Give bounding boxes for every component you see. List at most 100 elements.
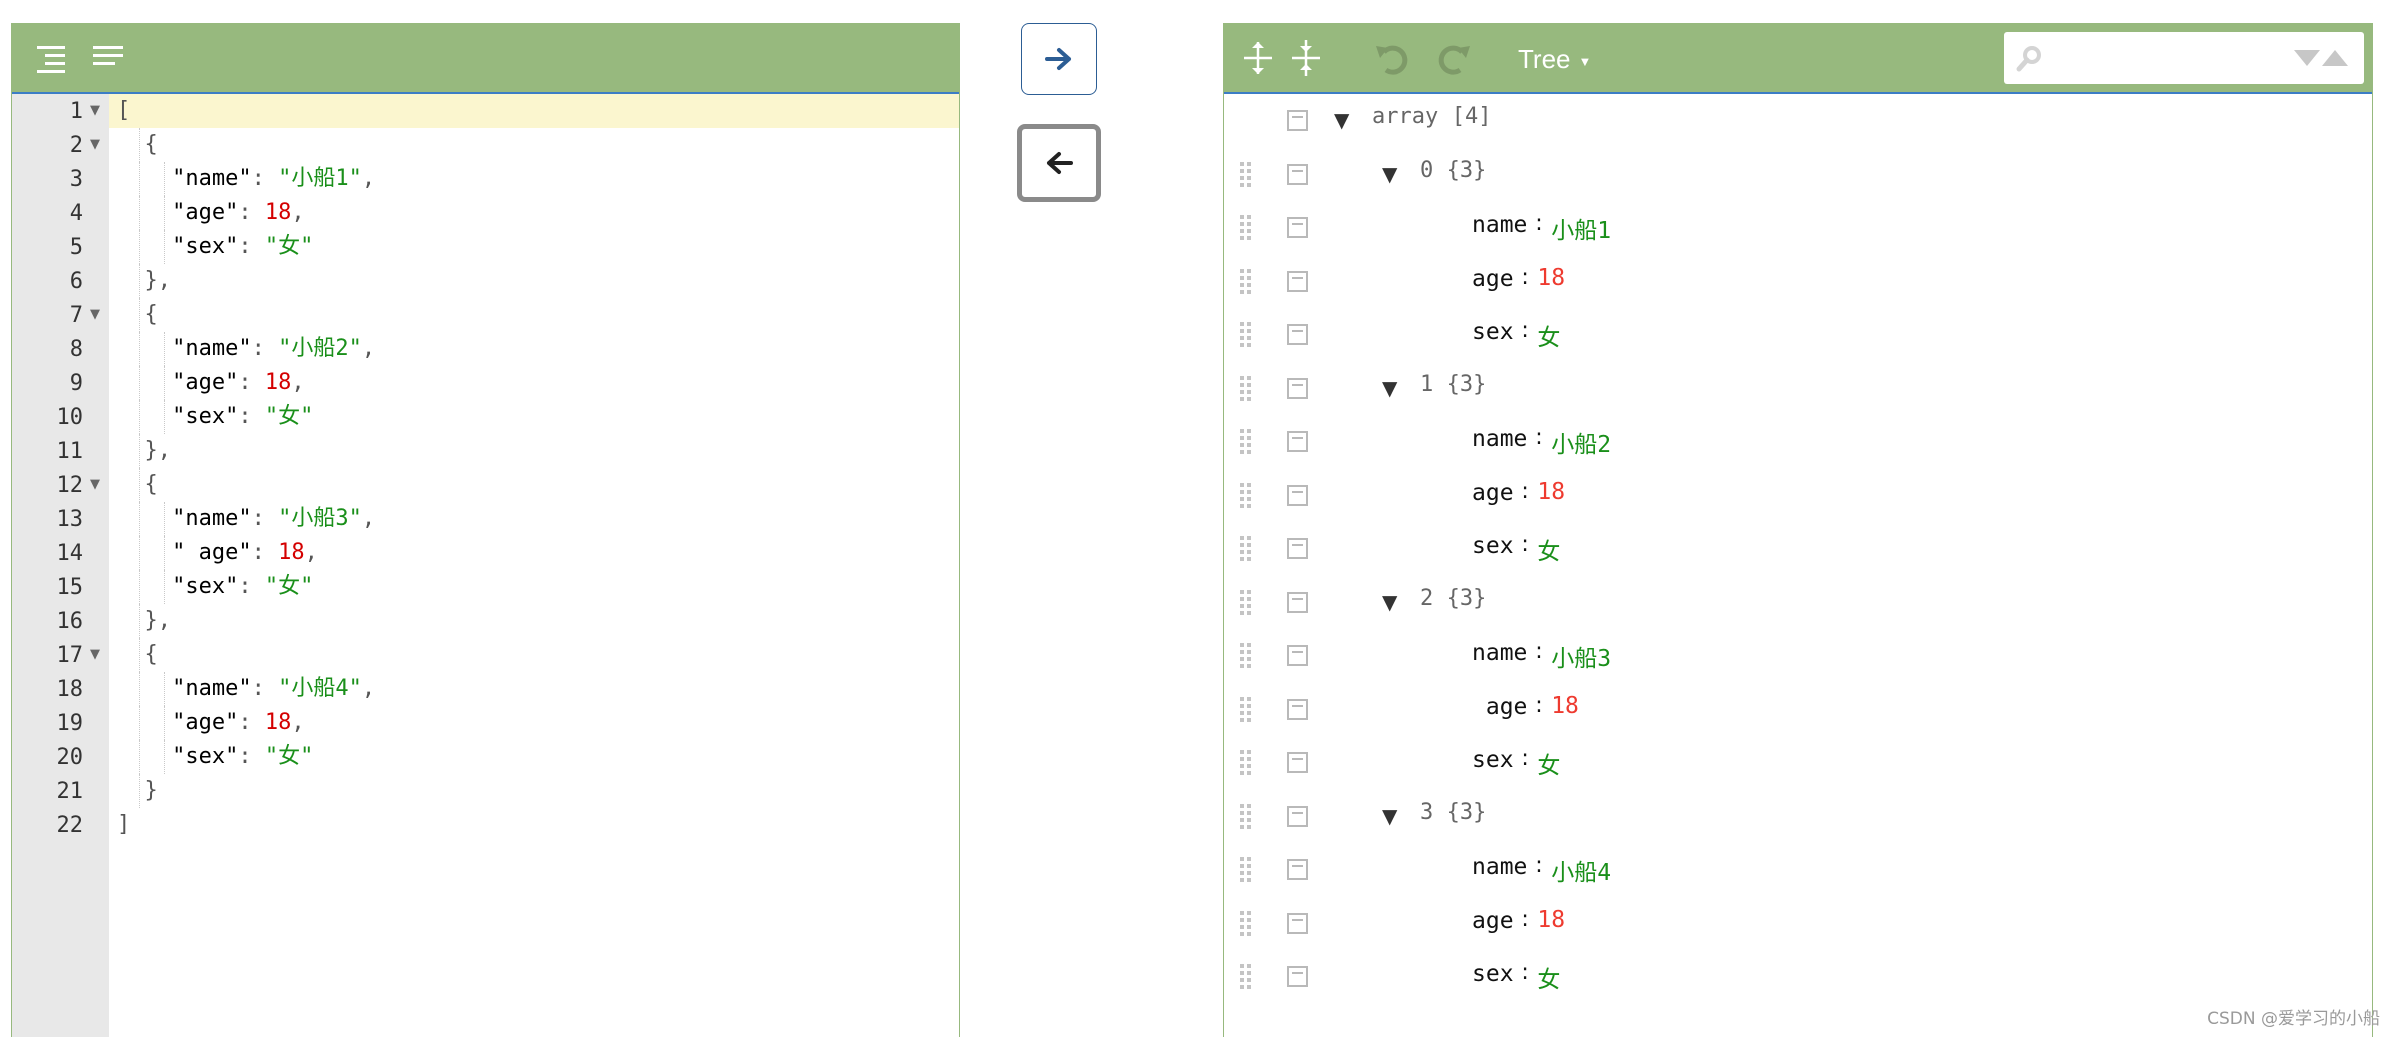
field-value-number[interactable]: 18 <box>1537 907 1565 933</box>
json-punctuation: : <box>238 744 265 769</box>
field-key[interactable]: sex <box>1472 533 1514 559</box>
context-menu-icon[interactable] <box>1287 377 1308 399</box>
line-number: 19 <box>56 711 84 736</box>
context-menu-icon[interactable] <box>1287 484 1308 506</box>
field-value-string[interactable]: 小船3 <box>1551 639 1611 673</box>
context-menu-icon[interactable] <box>1287 324 1308 345</box>
drag-handle-icon[interactable] <box>1240 964 1252 990</box>
drag-handle-icon[interactable] <box>1240 161 1252 188</box>
field-key[interactable]: sex <box>1472 319 1514 345</box>
field-key[interactable]: sex <box>1472 961 1514 987</box>
watermark: CSDN @爱学习的小船 <box>2207 1009 2380 1029</box>
json-punctuation: : <box>238 234 265 259</box>
format-icon[interactable] <box>31 40 71 76</box>
drag-handle-icon[interactable] <box>1240 322 1252 348</box>
context-menu-icon[interactable] <box>1287 538 1308 559</box>
context-menu-icon[interactable] <box>1287 912 1308 934</box>
gutter-line: 10 <box>12 400 109 434</box>
field-value-string[interactable]: 女 <box>1537 746 1560 780</box>
mode-dropdown[interactable]: Tree ▼ <box>1518 44 1591 75</box>
fold-toggle-icon[interactable]: ▼ <box>90 477 100 492</box>
json-punctuation: , <box>361 506 376 531</box>
node-count: {3} <box>1446 585 1487 611</box>
tree-node-row: ▼ 0 {3} <box>1224 148 2372 201</box>
field-value-number[interactable]: 18 <box>1551 693 1579 719</box>
field-separator: : <box>1535 692 1543 718</box>
context-menu-icon[interactable] <box>1287 270 1308 292</box>
json-number: 18 <box>264 200 292 225</box>
field-value-string[interactable]: 女 <box>1537 960 1560 994</box>
node-count: [4] <box>1451 104 1492 129</box>
field-key[interactable]: name <box>1472 426 1527 452</box>
field-value-number[interactable]: 18 <box>1537 479 1565 505</box>
field-key[interactable]: age <box>1472 266 1514 292</box>
drag-handle-icon[interactable] <box>1240 589 1252 616</box>
mode-label: Tree <box>1518 44 1571 74</box>
drag-handle-icon[interactable] <box>1240 750 1252 776</box>
expand-toggle-icon[interactable]: ▼ <box>1382 162 1397 186</box>
context-menu-icon[interactable] <box>1287 645 1308 666</box>
drag-handle-icon[interactable] <box>1240 910 1252 937</box>
code-text-area[interactable]: [{"name": "小船1", "age": 18, "sex": "女"},{"… <box>109 94 959 1037</box>
compact-icon[interactable] <box>87 40 127 76</box>
drag-handle-icon[interactable] <box>1240 482 1252 509</box>
copy-to-tree-button[interactable] <box>1021 23 1097 95</box>
field-key[interactable]: age <box>1472 694 1528 720</box>
drag-handle-icon[interactable] <box>1240 429 1252 455</box>
json-punctuation: : <box>238 574 265 599</box>
field-value-string[interactable]: 小船2 <box>1551 425 1611 459</box>
field-key[interactable]: name <box>1472 212 1527 238</box>
field-value-string[interactable]: 小船4 <box>1551 853 1611 887</box>
search-input[interactable] <box>2004 32 2364 84</box>
tree-node-row: ▼ 3 {3} <box>1224 790 2372 843</box>
redo-icon[interactable] <box>1434 38 1474 78</box>
collapse-all-icon[interactable] <box>1286 38 1326 78</box>
copy-to-code-button[interactable] <box>1017 124 1101 202</box>
drag-handle-icon[interactable] <box>1240 643 1252 669</box>
context-menu-icon[interactable] <box>1287 110 1308 131</box>
expand-toggle-icon[interactable]: ▼ <box>1334 108 1349 132</box>
drag-handle-icon[interactable] <box>1240 536 1252 562</box>
fold-toggle-icon[interactable]: ▼ <box>90 307 100 322</box>
field-key[interactable]: age <box>1472 908 1514 934</box>
fold-toggle-icon[interactable]: ▼ <box>90 137 100 152</box>
drag-handle-icon[interactable] <box>1240 215 1252 241</box>
tree-field-row: name: 小船4 <box>1224 843 2372 896</box>
field-value-string[interactable]: 小船1 <box>1551 211 1611 245</box>
fold-toggle-icon[interactable]: ▼ <box>90 647 100 662</box>
field-value-string[interactable]: 女 <box>1537 318 1560 352</box>
drag-handle-icon[interactable] <box>1240 268 1252 295</box>
search-previous-icon[interactable] <box>2322 50 2348 66</box>
context-menu-icon[interactable] <box>1287 217 1308 238</box>
context-menu-icon[interactable] <box>1287 805 1308 827</box>
expand-toggle-icon[interactable]: ▼ <box>1382 590 1397 614</box>
drag-handle-icon[interactable] <box>1240 696 1252 723</box>
expand-toggle-icon[interactable]: ▼ <box>1382 804 1397 828</box>
field-value-string[interactable]: 女 <box>1537 532 1560 566</box>
context-menu-icon[interactable] <box>1287 752 1308 773</box>
field-key[interactable]: name <box>1472 640 1527 666</box>
field-value-number[interactable]: 18 <box>1537 265 1565 291</box>
drag-handle-icon[interactable] <box>1240 857 1252 883</box>
expand-all-icon[interactable] <box>1238 38 1278 78</box>
field-key[interactable]: age <box>1472 480 1514 506</box>
context-menu-icon[interactable] <box>1287 698 1308 720</box>
context-menu-icon[interactable] <box>1287 859 1308 880</box>
context-menu-icon[interactable] <box>1287 163 1308 185</box>
fold-toggle-icon[interactable]: ▼ <box>90 103 100 118</box>
context-menu-icon[interactable] <box>1287 966 1308 987</box>
indent-guide <box>139 366 140 400</box>
json-string: "女" <box>264 744 314 769</box>
field-key[interactable]: name <box>1472 854 1527 880</box>
drag-handle-icon[interactable] <box>1240 375 1252 402</box>
drag-handle-icon[interactable] <box>1240 803 1252 830</box>
field-key[interactable]: sex <box>1472 747 1514 773</box>
search-next-icon[interactable] <box>2294 50 2320 66</box>
context-menu-icon[interactable] <box>1287 431 1308 452</box>
expand-toggle-icon[interactable]: ▼ <box>1382 376 1397 400</box>
line-number: 10 <box>56 405 84 430</box>
context-menu-icon[interactable] <box>1287 591 1308 613</box>
undo-icon[interactable] <box>1372 38 1412 78</box>
json-punctuation: : <box>238 370 265 395</box>
node-type-label: array <box>1372 104 1439 129</box>
